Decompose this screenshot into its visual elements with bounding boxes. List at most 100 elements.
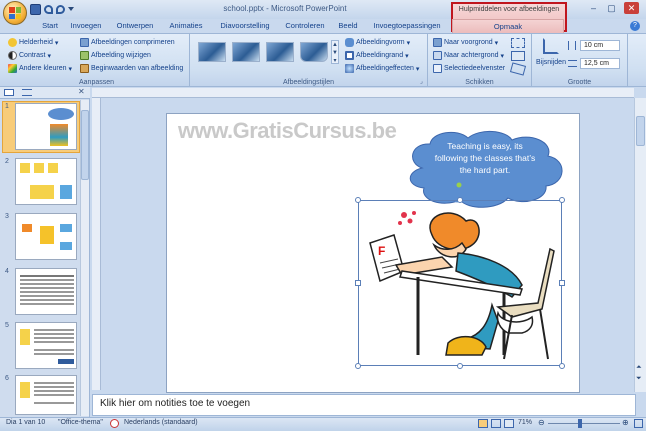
- resize-handle[interactable]: [355, 197, 361, 203]
- slide-thumbnail-3[interactable]: [15, 213, 77, 260]
- dialog-launcher-icon[interactable]: ⌟: [420, 78, 423, 85]
- change-picture-button[interactable]: Afbeelding wijzigen: [80, 51, 151, 60]
- resize-handle[interactable]: [355, 363, 361, 369]
- compress-pictures-button[interactable]: Afbeeldingen comprimeren: [80, 38, 175, 47]
- send-back-icon: [433, 51, 442, 60]
- thumb-text-lines: [34, 382, 74, 384]
- help-icon[interactable]: ?: [630, 21, 640, 31]
- zoom-out-icon[interactable]: ⊖: [538, 418, 545, 427]
- align-icon[interactable]: [511, 38, 525, 48]
- brightness-button[interactable]: Helderheid ▾: [8, 38, 58, 47]
- slideshow-icon[interactable]: [504, 419, 514, 428]
- thumb-shape: [60, 242, 72, 250]
- picture-effects-button[interactable]: Afbeeldingeffecten ▾: [345, 64, 419, 73]
- brightness-icon: [8, 38, 17, 47]
- next-slide-icon[interactable]: ⏷: [636, 375, 642, 383]
- picture-style-2[interactable]: [232, 42, 260, 62]
- close-button[interactable]: ✕: [624, 2, 639, 14]
- slide-thumbnail-1[interactable]: [15, 103, 77, 150]
- language-indicator[interactable]: Nederlands (standaard): [124, 419, 198, 426]
- height-input[interactable]: 10 cm: [580, 40, 620, 51]
- slide-position: Dia 1 van 10: [6, 419, 46, 426]
- tab-controleren[interactable]: Controleren: [281, 19, 329, 33]
- slides-pane-scrollbar[interactable]: [80, 100, 89, 416]
- thumb-shape: [40, 226, 54, 244]
- shape-icon: [345, 38, 354, 47]
- thumb-shape: [58, 359, 74, 364]
- undo-icon[interactable]: [44, 4, 53, 14]
- tab-diavoorstelling[interactable]: Diavoorstelling: [212, 19, 278, 33]
- group-label-aanpassen: Aanpassen: [78, 79, 115, 86]
- crop-button[interactable]: Bijsnijden: [536, 59, 566, 66]
- tab-invoegtoepassingen[interactable]: Invoegtoepassingen: [367, 19, 447, 33]
- group-label-grootte: Grootte: [567, 79, 592, 86]
- zoom-in-icon[interactable]: ⊕: [622, 418, 629, 427]
- context-tools-label: Hulpmiddelen voor afbeeldingen: [458, 6, 560, 13]
- zoom-slider[interactable]: [548, 423, 620, 424]
- zoom-slider-thumb[interactable]: [578, 419, 582, 428]
- slide-thumbnail-6[interactable]: [15, 375, 77, 415]
- picture-shape-button[interactable]: Afbeeldingvorm ▾: [345, 38, 410, 47]
- slides-tab-icon[interactable]: [4, 89, 14, 96]
- contrast-button[interactable]: Contrast ▾: [8, 51, 51, 60]
- compress-icon: [80, 38, 89, 47]
- width-input[interactable]: 12,5 cm: [580, 58, 620, 69]
- resize-handle[interactable]: [355, 280, 361, 286]
- scroll-thumb[interactable]: [81, 110, 89, 180]
- normal-view-icon[interactable]: [478, 419, 488, 428]
- outline-tab-icon[interactable]: [22, 89, 32, 96]
- slide-sorter-icon[interactable]: [491, 419, 501, 428]
- resize-handle[interactable]: [559, 197, 565, 203]
- tab-start[interactable]: Start: [34, 19, 66, 33]
- bring-to-front-button[interactable]: Naar voorgrond ▾: [433, 38, 498, 47]
- slide-thumbnail-5[interactable]: [15, 322, 77, 369]
- minimize-button[interactable]: –: [586, 2, 601, 14]
- reset-picture-button[interactable]: Beginwaarden van afbeelding: [80, 64, 183, 73]
- picture-style-3[interactable]: [266, 42, 294, 62]
- slide-thumbnail-4[interactable]: [15, 268, 77, 315]
- grade-letter: F: [378, 244, 385, 258]
- resize-handle[interactable]: [559, 363, 565, 369]
- picture-style-4[interactable]: [300, 42, 328, 62]
- resize-handle[interactable]: [559, 280, 565, 286]
- theme-name: "Office-thema": [58, 419, 103, 426]
- save-icon[interactable]: [30, 3, 41, 15]
- notes-placeholder: Klik hier om notities toe te voegen: [100, 398, 251, 409]
- zoom-level[interactable]: 71%: [518, 419, 532, 426]
- scroll-thumb[interactable]: [636, 116, 645, 146]
- styles-gallery-scroll[interactable]: ▲ ▼ ▾: [331, 40, 339, 64]
- fit-slide-icon[interactable]: [634, 419, 643, 428]
- thumb-shape: [48, 163, 58, 173]
- thumb-shape: [20, 382, 30, 398]
- window-title: school.pptx - Microsoft PowerPoint: [223, 4, 347, 13]
- previous-slide-icon[interactable]: ⏶: [636, 364, 642, 372]
- height-icon: [568, 41, 576, 50]
- send-to-back-button[interactable]: Naar achtergrond ▾: [433, 51, 504, 60]
- crop-icon[interactable]: [543, 38, 559, 54]
- slide-number: 2: [5, 158, 9, 165]
- redo-icon[interactable]: [56, 4, 65, 14]
- thumb-shape: [30, 185, 54, 199]
- slide-number: 5: [5, 322, 9, 329]
- customize-qat-icon[interactable]: [68, 7, 74, 11]
- resize-handle[interactable]: [457, 363, 463, 369]
- selection-pane-button[interactable]: Selectiedeelvenster: [433, 64, 505, 73]
- maximize-button[interactable]: ▢: [604, 2, 619, 14]
- tab-beeld[interactable]: Beeld: [334, 19, 362, 33]
- slide-vertical-scrollbar[interactable]: ⏶ ⏷: [634, 98, 646, 392]
- picture-style-1[interactable]: [198, 42, 226, 62]
- slide-thumbnail-2[interactable]: [15, 158, 77, 205]
- tab-animaties[interactable]: Animaties: [164, 19, 208, 33]
- pane-close-icon[interactable]: ✕: [78, 87, 85, 96]
- tab-ontwerpen[interactable]: Ontwerpen: [110, 19, 160, 33]
- group-icon[interactable]: [511, 51, 525, 61]
- resize-handle[interactable]: [457, 197, 463, 203]
- recolor-button[interactable]: Andere kleuren ▾: [8, 64, 72, 73]
- office-button[interactable]: [3, 1, 27, 25]
- tab-opmaak[interactable]: Opmaak: [452, 19, 564, 33]
- tab-invoegen[interactable]: Invoegen: [66, 19, 106, 33]
- spelling-icon[interactable]: [110, 419, 119, 428]
- picture-border-button[interactable]: Afbeeldingrand ▾: [345, 51, 409, 60]
- thumb-shape: [60, 224, 72, 232]
- group-label-stijlen: Afbeeldingstijlen: [283, 79, 334, 86]
